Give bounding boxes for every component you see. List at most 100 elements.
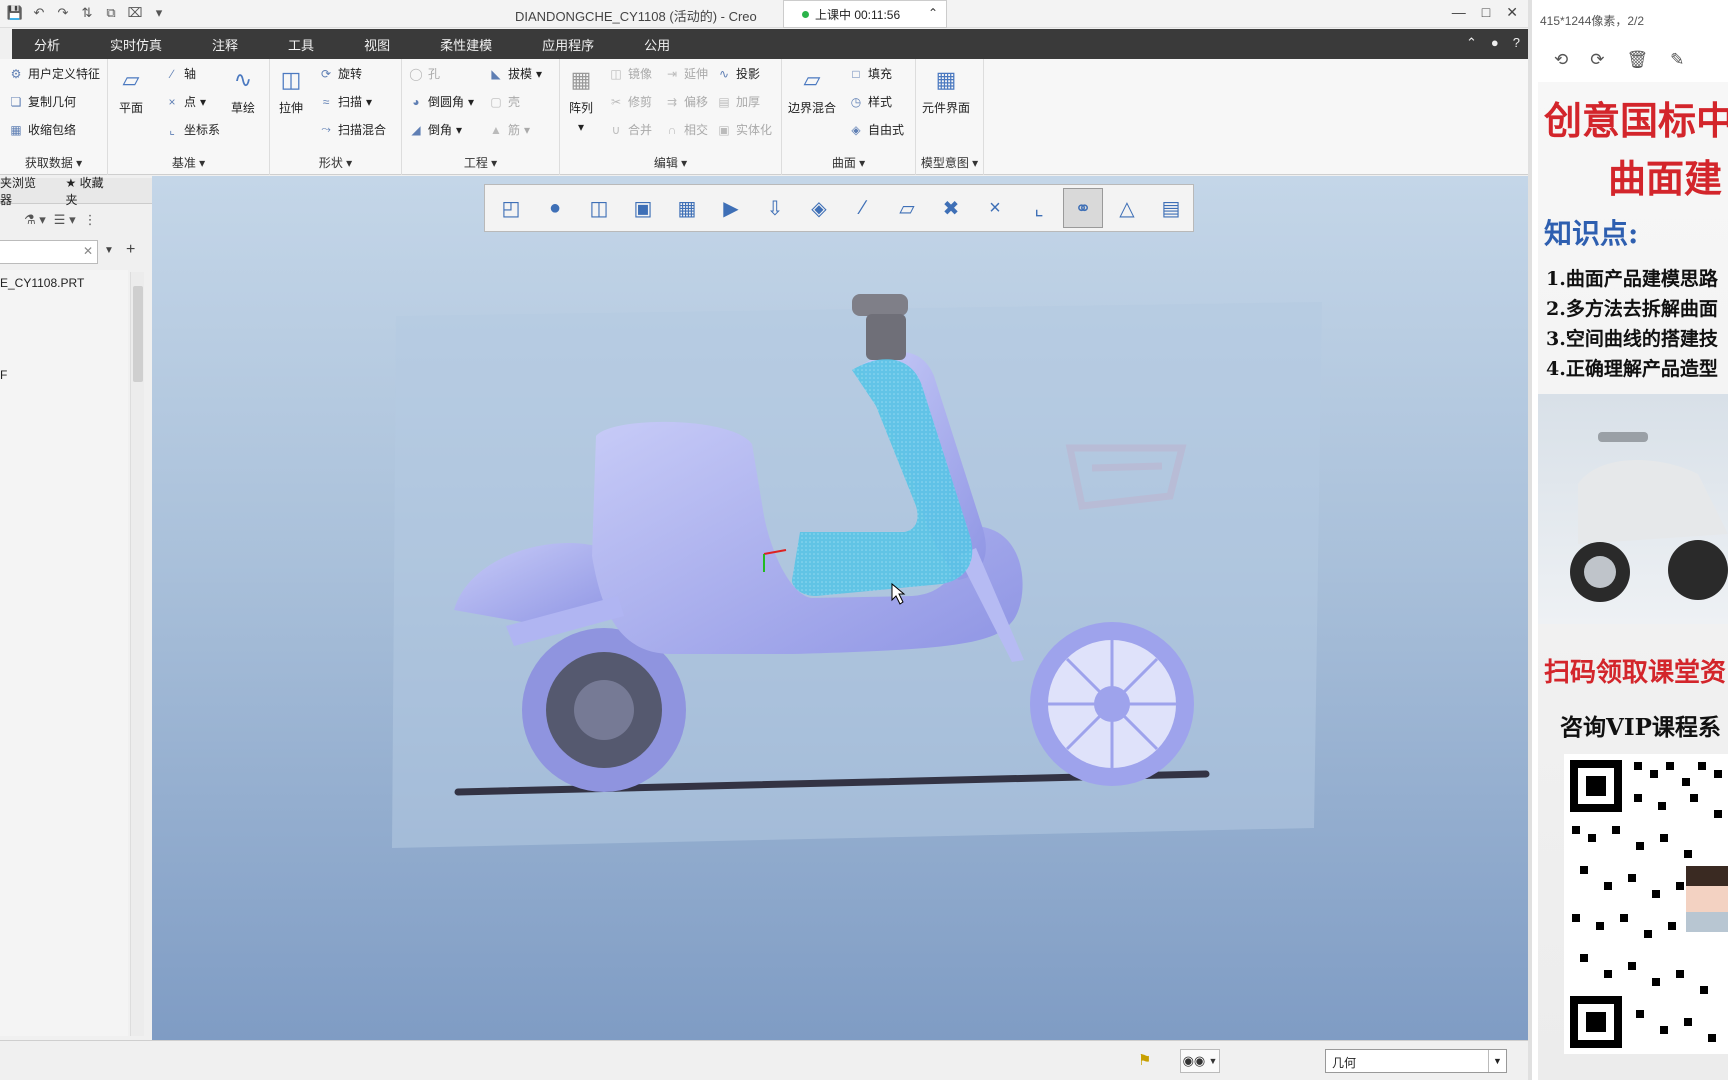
rotate-right-icon[interactable]: ⟳: [1590, 50, 1604, 70]
ribbon-tab-1[interactable]: 实时仿真: [110, 35, 162, 54]
group-label-shapes[interactable]: 形状 ▾: [270, 154, 401, 171]
ribbon-tab-2[interactable]: 注释: [212, 35, 238, 54]
extrude-button[interactable]: ◫ 拉伸: [276, 65, 306, 116]
mirror-button[interactable]: ◫ 镜像: [608, 65, 652, 82]
rib-button[interactable]: ▲ 筋 ▾: [488, 121, 530, 138]
trim-icon: ✂: [610, 94, 622, 109]
ribbon-tab-5[interactable]: 柔性建模: [440, 35, 492, 54]
intersect-button[interactable]: ∩ 相交: [664, 121, 708, 138]
knowledge-point-1: 1.曲面产品建模思路: [1546, 268, 1718, 290]
pattern-button[interactable]: ▦ 阵列 ▾: [566, 65, 596, 134]
shrinkwrap-button[interactable]: ▦ 收缩包络: [8, 121, 76, 138]
ribbon-tab-4[interactable]: 视图: [364, 35, 390, 54]
maximize-icon[interactable]: □: [1482, 4, 1490, 21]
rib-icon: ▲: [490, 122, 502, 137]
ribbon-tab-7[interactable]: 公用: [644, 35, 670, 54]
model-tree-search-input[interactable]: ✕: [0, 240, 98, 264]
thicken-button[interactable]: ▤ 加厚: [716, 93, 760, 110]
csys-button[interactable]: ⌞ 坐标系: [164, 121, 220, 138]
creo-window: 💾 ↶ ↷ ⇅ ⧉ ⌧ ▾ DIANDONGCHE_CY1108 (活动的) -…: [0, 0, 1528, 1080]
revolve-button[interactable]: ⟳ 旋转: [318, 65, 362, 82]
plane-icon: ▱: [122, 67, 140, 92]
sketch-button[interactable]: ∿ 草绘: [228, 65, 258, 116]
minimize-icon[interactable]: —: [1452, 4, 1466, 21]
live-class-indicator[interactable]: 上课中 00:11:56 ⌃: [783, 0, 947, 28]
selection-filter-select[interactable]: 几何 ▼: [1325, 1049, 1507, 1073]
window-controls: — □ ✕: [1452, 4, 1518, 21]
project-button[interactable]: ∿ 投影: [716, 65, 760, 82]
close-icon[interactable]: ✕: [1506, 4, 1518, 21]
binoculars-icon: ◉◉: [1182, 1053, 1206, 1068]
graphics-area[interactable]: ◰ ● ◫ ▣ ▦ ▶ ⇩ ◈ ∕ ▱ ✖ × ⌞ ⚭ △ ▤: [152, 176, 1528, 1040]
chevron-down-icon: ▼: [1208, 1056, 1218, 1066]
extend-button[interactable]: ⇥ 延伸: [664, 65, 708, 82]
group-label-datum[interactable]: 基准 ▾: [108, 154, 269, 171]
user-defined-feature-button[interactable]: ⚙ 用户定义特征: [8, 65, 100, 82]
swept-blend-button[interactable]: ⤳ 扫描混合: [318, 121, 386, 138]
edit-icon[interactable]: ✎: [1670, 50, 1684, 70]
sweep-button[interactable]: ≈ 扫描 ▾: [318, 93, 372, 110]
group-label-surfaces[interactable]: 曲面 ▾: [782, 154, 915, 171]
tab-folder-browser[interactable]: 夹浏览器: [0, 174, 46, 208]
delete-icon[interactable]: 🗑: [1627, 50, 1649, 70]
thicken-icon: ▤: [718, 94, 730, 109]
regenerate-icon[interactable]: ⇅: [78, 4, 96, 22]
clear-search-icon[interactable]: ✕: [83, 244, 93, 258]
search-dropdown-icon[interactable]: ▼: [104, 245, 114, 256]
sketch-icon: ∿: [233, 67, 253, 92]
undo-icon[interactable]: ↶: [30, 4, 48, 22]
axis-button[interactable]: ∕ 轴: [164, 65, 196, 82]
filter-dropdown-icon[interactable]: ▼: [1488, 1050, 1506, 1072]
save-icon[interactable]: 💾: [6, 4, 24, 22]
freestyle-button[interactable]: ◈ 自由式: [848, 121, 904, 138]
tree-node-part[interactable]: E_CY1108.PRT: [0, 276, 84, 290]
group-label-get-data[interactable]: 获取数据 ▾: [0, 154, 107, 171]
ribbon-tabs: 分析 实时仿真 注释 工具 视图 柔性建模 应用程序 公用: [12, 29, 1528, 59]
group-label-editing[interactable]: 编辑 ▾: [560, 154, 781, 171]
customize-chevron-icon[interactable]: ▾: [150, 4, 168, 22]
scrollbar-thumb[interactable]: [133, 286, 143, 382]
settings-icon[interactable]: ⚗ ▾: [24, 212, 46, 228]
find-button[interactable]: ◉◉ ▼: [1180, 1049, 1220, 1073]
group-get-data: ⚙ 用户定义特征 ❏ 复制几何 ▦ 收缩包络 获取数据 ▾: [0, 59, 108, 175]
shell-button[interactable]: ▢ 壳: [488, 93, 520, 110]
ribbon-tab-6[interactable]: 应用程序: [542, 35, 594, 54]
style-button[interactable]: ◷ 样式: [848, 93, 892, 110]
point-button[interactable]: × 点 ▾: [164, 93, 206, 110]
message-flag-icon[interactable]: ⚑: [1138, 1051, 1151, 1069]
windows-icon[interactable]: ⧉: [102, 4, 120, 22]
close-window-icon[interactable]: ⌧: [126, 4, 144, 22]
component-interface-button[interactable]: ▦ 元件界面: [922, 65, 970, 116]
plane-button[interactable]: ▱ 平面: [116, 65, 146, 116]
chamfer-button[interactable]: ◢ 倒角 ▾: [408, 121, 462, 138]
sweep-icon: ≈: [322, 94, 330, 109]
filter-icon[interactable]: ⋮: [84, 212, 97, 228]
model-viewport[interactable]: [152, 176, 1528, 1040]
boundary-blend-button[interactable]: ▱ 边界混合: [788, 65, 836, 116]
draft-button[interactable]: ◣ 拔模 ▾: [488, 65, 542, 82]
merge-button[interactable]: ∪ 合并: [608, 121, 652, 138]
extend-icon: ⇥: [666, 66, 678, 81]
help-icon[interactable]: ?: [1513, 35, 1520, 51]
solidify-button[interactable]: ▣ 实体化: [716, 121, 772, 138]
collapse-ribbon-icon[interactable]: ⌃: [1466, 35, 1477, 51]
copy-geometry-button[interactable]: ❏ 复制几何: [8, 93, 76, 110]
group-label-model-intent[interactable]: 模型意图 ▾: [916, 154, 983, 171]
ribbon-tab-0[interactable]: 分析: [34, 35, 60, 54]
user-icon[interactable]: ●: [1491, 35, 1499, 51]
chevron-up-icon[interactable]: ⌃: [928, 6, 938, 20]
hole-button[interactable]: ◯ 孔: [408, 65, 440, 82]
group-label-engineering[interactable]: 工程 ▾: [402, 154, 559, 171]
show-icon[interactable]: ☰ ▾: [54, 212, 76, 228]
fill-button[interactable]: □ 填充: [848, 65, 892, 82]
offset-button[interactable]: ⇉ 偏移: [664, 93, 708, 110]
redo-icon[interactable]: ↷: [54, 4, 72, 22]
tab-favorites[interactable]: ★ 收藏夹: [66, 174, 132, 208]
ribbon-tab-3[interactable]: 工具: [288, 35, 314, 54]
add-icon[interactable]: +: [126, 241, 135, 259]
rotate-left-icon[interactable]: ⟲: [1554, 50, 1568, 70]
tree-node-feature[interactable]: F: [0, 368, 7, 382]
round-button[interactable]: ◕ 倒圆角 ▾: [408, 93, 474, 110]
model-tree-scrollbar[interactable]: [130, 272, 144, 1036]
trim-button[interactable]: ✂ 修剪: [608, 93, 652, 110]
